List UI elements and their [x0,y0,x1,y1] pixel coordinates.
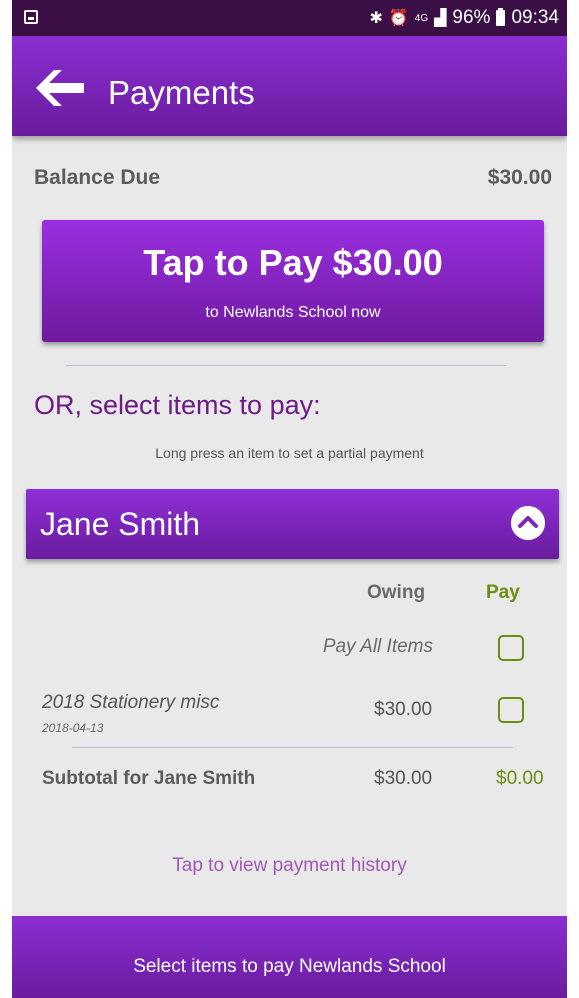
item-date: 2018-04-13 [42,721,104,735]
subtotal-label: Subtotal for Jane Smith [42,768,256,789]
status-bar: ✱ ⏰ 4G ▟ 96% 09:34 [12,0,567,36]
student-header[interactable]: Jane Smith [26,489,559,559]
owing-column-header: Owing [367,582,426,603]
battery-percent: 96% [452,7,491,28]
app-bar: Payments [12,36,567,136]
tap-to-pay-button[interactable]: Tap to Pay $30.00 to Newlands School now [42,220,544,342]
item-pay-checkbox[interactable] [498,697,524,723]
bottom-bar-label: Select items to pay Newlands School [133,956,446,977]
payment-history-link[interactable]: Tap to view payment history [12,855,567,877]
page-title: Payments [108,74,255,111]
status-icons: ✱ ⏰ 4G ▟ 96% 09:34 [369,7,559,29]
4g-icon: 4G [414,12,429,24]
partial-payment-hint: Long press an item to set a partial paym… [155,445,424,461]
subtotal-owing: $30.00 [374,768,433,789]
pay-all-label: Pay All Items [322,636,433,657]
subtotal-pay: $0.00 [496,768,544,789]
arrow-left-icon[interactable] [32,68,88,108]
select-items-heading: OR, select items to pay: [34,390,321,420]
battery-icon [496,8,506,26]
divider [72,747,513,748]
divider [66,365,506,366]
item-owing-amount: $30.00 [374,699,433,720]
item-name: 2018 Stationery misc [42,692,220,713]
bluetooth-icon: ✱ [369,10,383,27]
signal-icon: ▟ [434,10,447,27]
pay-column-header: Pay [486,582,520,603]
student-name: Jane Smith [40,506,201,542]
pay-button-label: Tap to Pay $30.00 [143,242,443,283]
app-screen: ✱ ⏰ 4G ▟ 96% 09:34 Payments Balance Due … [12,0,567,998]
pay-all-checkbox[interactable] [498,635,524,661]
pay-button-sublabel: to Newlands School now [205,304,381,321]
chevron-up-icon[interactable] [511,506,545,540]
gallery-icon [24,10,38,24]
bottom-pay-bar[interactable]: Select items to pay Newlands School [12,916,567,998]
balance-due-label: Balance Due [34,166,161,189]
alarm-icon: ⏰ [388,10,409,27]
balance-due-amount: $30.00 [487,166,552,189]
balance-due-row: Balance Due $30.00 [34,166,552,196]
clock: 09:34 [511,7,559,28]
